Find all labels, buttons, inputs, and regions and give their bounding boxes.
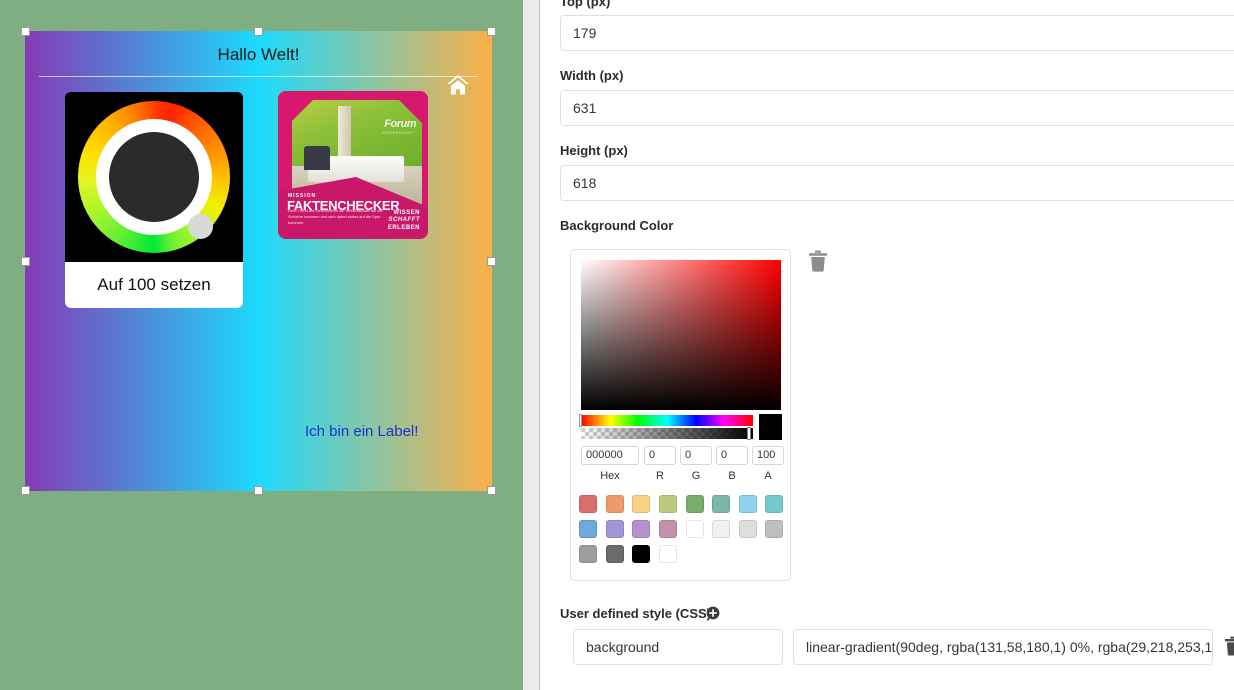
color-swatch-17[interactable] [605,545,624,563]
color-swatch-9[interactable] [605,520,624,538]
color-swatch-15[interactable] [765,520,784,538]
poster-claim-line-1: WISSEN [393,209,420,216]
css-property-value-input[interactable]: linear-gradient(90deg, rgba(131,58,180,1… [793,629,1213,665]
color-picker[interactable]: 000000 0 0 0 100 Hex R G B A [570,249,791,581]
selection-handle-top-left[interactable] [21,27,30,36]
caption-green: G [691,470,701,482]
selection-handle-top-center[interactable] [254,27,263,36]
red-input[interactable]: 0 [644,446,676,465]
blue-input[interactable]: 0 [716,446,748,465]
selection-handle-middle-right[interactable] [487,257,496,266]
properties-panel: Top (px) 179 Width (px) 631 Height (px) … [541,0,1234,690]
poster-claim-line-3: ERLEBEN [387,224,420,231]
caption-red: R [656,470,664,482]
gauge-knob-handle[interactable] [188,214,213,239]
input-top-px[interactable]: 179 [560,15,1234,51]
poster-corner-top-right [390,91,428,129]
poster-claim-line-2: SCHAFFT [388,217,420,223]
app-root: Hallo Welt! Auf 100 setzen Forum WISSENS… [0,0,1234,690]
color-swatch-16[interactable] [579,545,597,563]
saturation-value-panel[interactable] [581,260,781,420]
color-swatch-8[interactable] [579,520,597,538]
input-height-px[interactable]: 618 [560,165,1234,201]
poster-corner-top-left [278,91,322,135]
color-swatch-0[interactable] [579,495,597,513]
color-swatch-grid[interactable] [579,495,785,563]
selection-handle-bottom-right[interactable] [487,486,496,495]
gauge-ring-area[interactable] [65,92,243,262]
caption-hex: Hex [600,470,620,482]
color-swatch-14[interactable] [738,520,757,538]
delete-background-color-icon[interactable] [808,250,828,272]
hue-slider-handle[interactable] [579,414,582,427]
color-swatch-3[interactable] [658,495,677,513]
poster-claim: WISSEN SCHAFFT ERLEBEN [388,210,420,233]
hex-input[interactable]: 000000 [581,446,639,465]
label-width-px: Width (px) [560,68,624,83]
caption-blue: B [728,470,736,482]
label-background-color: Background Color [560,218,674,233]
hue-slider[interactable] [581,415,753,426]
alpha-slider[interactable] [581,428,753,439]
alpha-input[interactable]: 100 [752,446,784,465]
selection-handle-top-right[interactable] [487,27,496,36]
color-swatch-19[interactable] [658,545,677,563]
poster-image-card[interactable]: Forum WISSENSCHAFT MISSION FAKTENCHECKER… [278,91,428,239]
selection-handle-middle-left[interactable] [21,257,30,266]
gauge-widget[interactable]: Auf 100 setzen [65,92,243,308]
color-swatch-7[interactable] [765,495,784,513]
alpha-slider-handle[interactable] [747,427,751,440]
color-swatch-1[interactable] [605,495,624,513]
color-swatch-2[interactable] [632,495,651,513]
design-canvas[interactable]: Hallo Welt! Auf 100 setzen Forum WISSENS… [0,0,523,690]
color-swatch-12[interactable] [685,520,704,538]
input-width-px[interactable]: 631 [560,90,1234,126]
selected-frame[interactable]: Hallo Welt! Auf 100 setzen Forum WISSENS… [25,31,492,491]
caption-alpha: A [764,470,772,482]
selection-handle-bottom-left[interactable] [21,486,30,495]
photo-people [304,146,330,170]
color-swatch-5[interactable] [712,495,731,513]
color-swatch-13[interactable] [712,520,731,538]
color-swatch-6[interactable] [738,495,757,513]
canvas-scrollbar[interactable] [523,0,540,690]
frame-divider [39,76,478,77]
set-to-100-button[interactable]: Auf 100 setzen [65,262,243,308]
frame-title: Hallo Welt! [217,45,300,64]
frame-text-label[interactable]: Ich bin ein Label! [305,423,418,440]
color-swatch-10[interactable] [632,520,651,538]
label-user-defined-style: User defined style (CSS) [560,606,711,621]
css-property-name-input[interactable]: background [573,629,783,665]
color-swatch-4[interactable] [685,495,704,513]
color-swatch-11[interactable] [658,520,677,538]
photo-forum-subtext: WISSENSCHAFT [382,131,415,135]
label-top-px: Top (px) [560,0,611,9]
poster-blurb: Dem Trend auf Geschichten der Wissenscha… [288,208,383,225]
green-input[interactable]: 0 [680,446,712,465]
home-icon[interactable] [445,74,471,96]
add-css-property-icon[interactable] [706,606,720,625]
selection-handle-bottom-center[interactable] [254,486,263,495]
color-swatch-18[interactable] [632,545,651,563]
gauge-hub [109,132,199,222]
label-height-px: Height (px) [560,143,628,158]
delete-css-property-icon[interactable] [1224,636,1234,656]
color-preview-swatch [759,414,782,440]
